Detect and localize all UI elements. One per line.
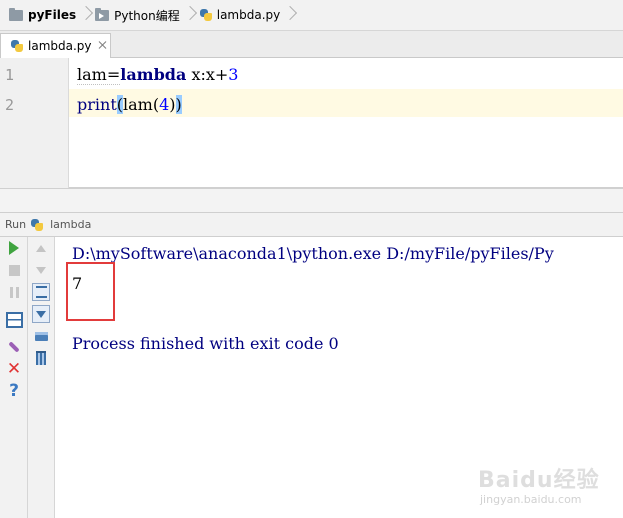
code-token-text: x:x+ — [186, 65, 229, 84]
close-icon[interactable]: ✕ — [5, 360, 23, 378]
line-number-gutter: 1 2 — [0, 58, 69, 188]
line-number: 2 — [5, 96, 15, 114]
scroll-to-end-icon[interactable] — [32, 305, 50, 323]
code-token-keyword: lambda — [120, 65, 187, 84]
restore-layout-icon[interactable] — [5, 311, 23, 329]
code-token-builtin: print — [77, 95, 117, 114]
pause-icon[interactable] — [5, 283, 23, 301]
code-token-variable: lam= — [77, 65, 121, 85]
breadcrumb-item-project[interactable]: pyFiles — [9, 0, 76, 30]
console-actions-toolbar — [28, 237, 55, 518]
rerun-icon[interactable] — [5, 239, 23, 257]
close-icon[interactable] — [99, 41, 107, 49]
watermark-url: jingyan.baidu.com — [480, 493, 582, 506]
breadcrumb-label: lambda.py — [216, 8, 281, 22]
code-token-brace-match: ) — [175, 95, 182, 114]
soft-wrap-icon[interactable] — [32, 283, 50, 301]
annotation-highlight-box — [66, 262, 115, 321]
help-icon[interactable]: ? — [5, 382, 23, 400]
breadcrumb-item-package[interactable]: Python编程 — [95, 0, 180, 30]
console-command-line: D:\mySoftware\anaconda1\python.exe D:/my… — [72, 244, 554, 263]
run-actions-toolbar: ✕ ? — [0, 237, 28, 518]
code-token-number: 3 — [228, 65, 239, 84]
print-icon[interactable] — [32, 327, 50, 345]
chevron-right-icon — [81, 0, 91, 31]
stop-icon[interactable] — [5, 261, 23, 279]
python-file-icon — [10, 39, 24, 53]
run-panel-header: Run lambda — [0, 212, 623, 237]
breadcrumb-item-file[interactable]: lambda.py — [199, 0, 281, 30]
breadcrumb-label: pyFiles — [28, 8, 77, 22]
line-number: 1 — [5, 66, 15, 84]
code-line[interactable]: print(lam(4)) — [77, 95, 182, 114]
editor-tab-bar: lambda.py — [0, 31, 623, 58]
code-editor[interactable]: 1 2 lam=lambda x:x+3 print(lam(4)) — [0, 58, 623, 188]
python-file-icon — [199, 8, 213, 22]
navigation-bar: pyFiles Python编程 lambda.py — [0, 0, 623, 31]
code-line[interactable]: lam=lambda x:x+3 — [77, 65, 239, 85]
code-token-number: 4 — [159, 95, 170, 114]
watermark-logo: Baidu经验 — [478, 468, 600, 493]
code-token-text: lam( — [123, 95, 160, 114]
package-folder-icon — [95, 7, 110, 21]
pin-icon[interactable] — [5, 338, 23, 356]
console-exit-message: Process finished with exit code 0 — [72, 334, 339, 353]
chevron-right-icon — [285, 0, 295, 31]
folder-icon — [9, 7, 23, 21]
watermark: Baidu经验 jingyan.baidu.com — [478, 462, 618, 512]
tab-label: lambda.py — [28, 39, 92, 53]
code-token-text: ) — [169, 95, 176, 114]
arrow-up-icon[interactable] — [32, 239, 50, 257]
arrow-down-icon[interactable] — [32, 261, 50, 279]
run-config-tab[interactable]: lambda — [50, 218, 91, 231]
panel-splitter[interactable] — [0, 188, 623, 212]
tab-lambda-py[interactable]: lambda.py — [0, 33, 111, 58]
run-panel-title: Run — [5, 218, 27, 231]
breadcrumb-label: Python编程 — [114, 8, 180, 23]
chevron-right-icon — [185, 0, 195, 31]
trash-icon[interactable] — [32, 349, 50, 367]
python-file-icon — [30, 218, 44, 232]
